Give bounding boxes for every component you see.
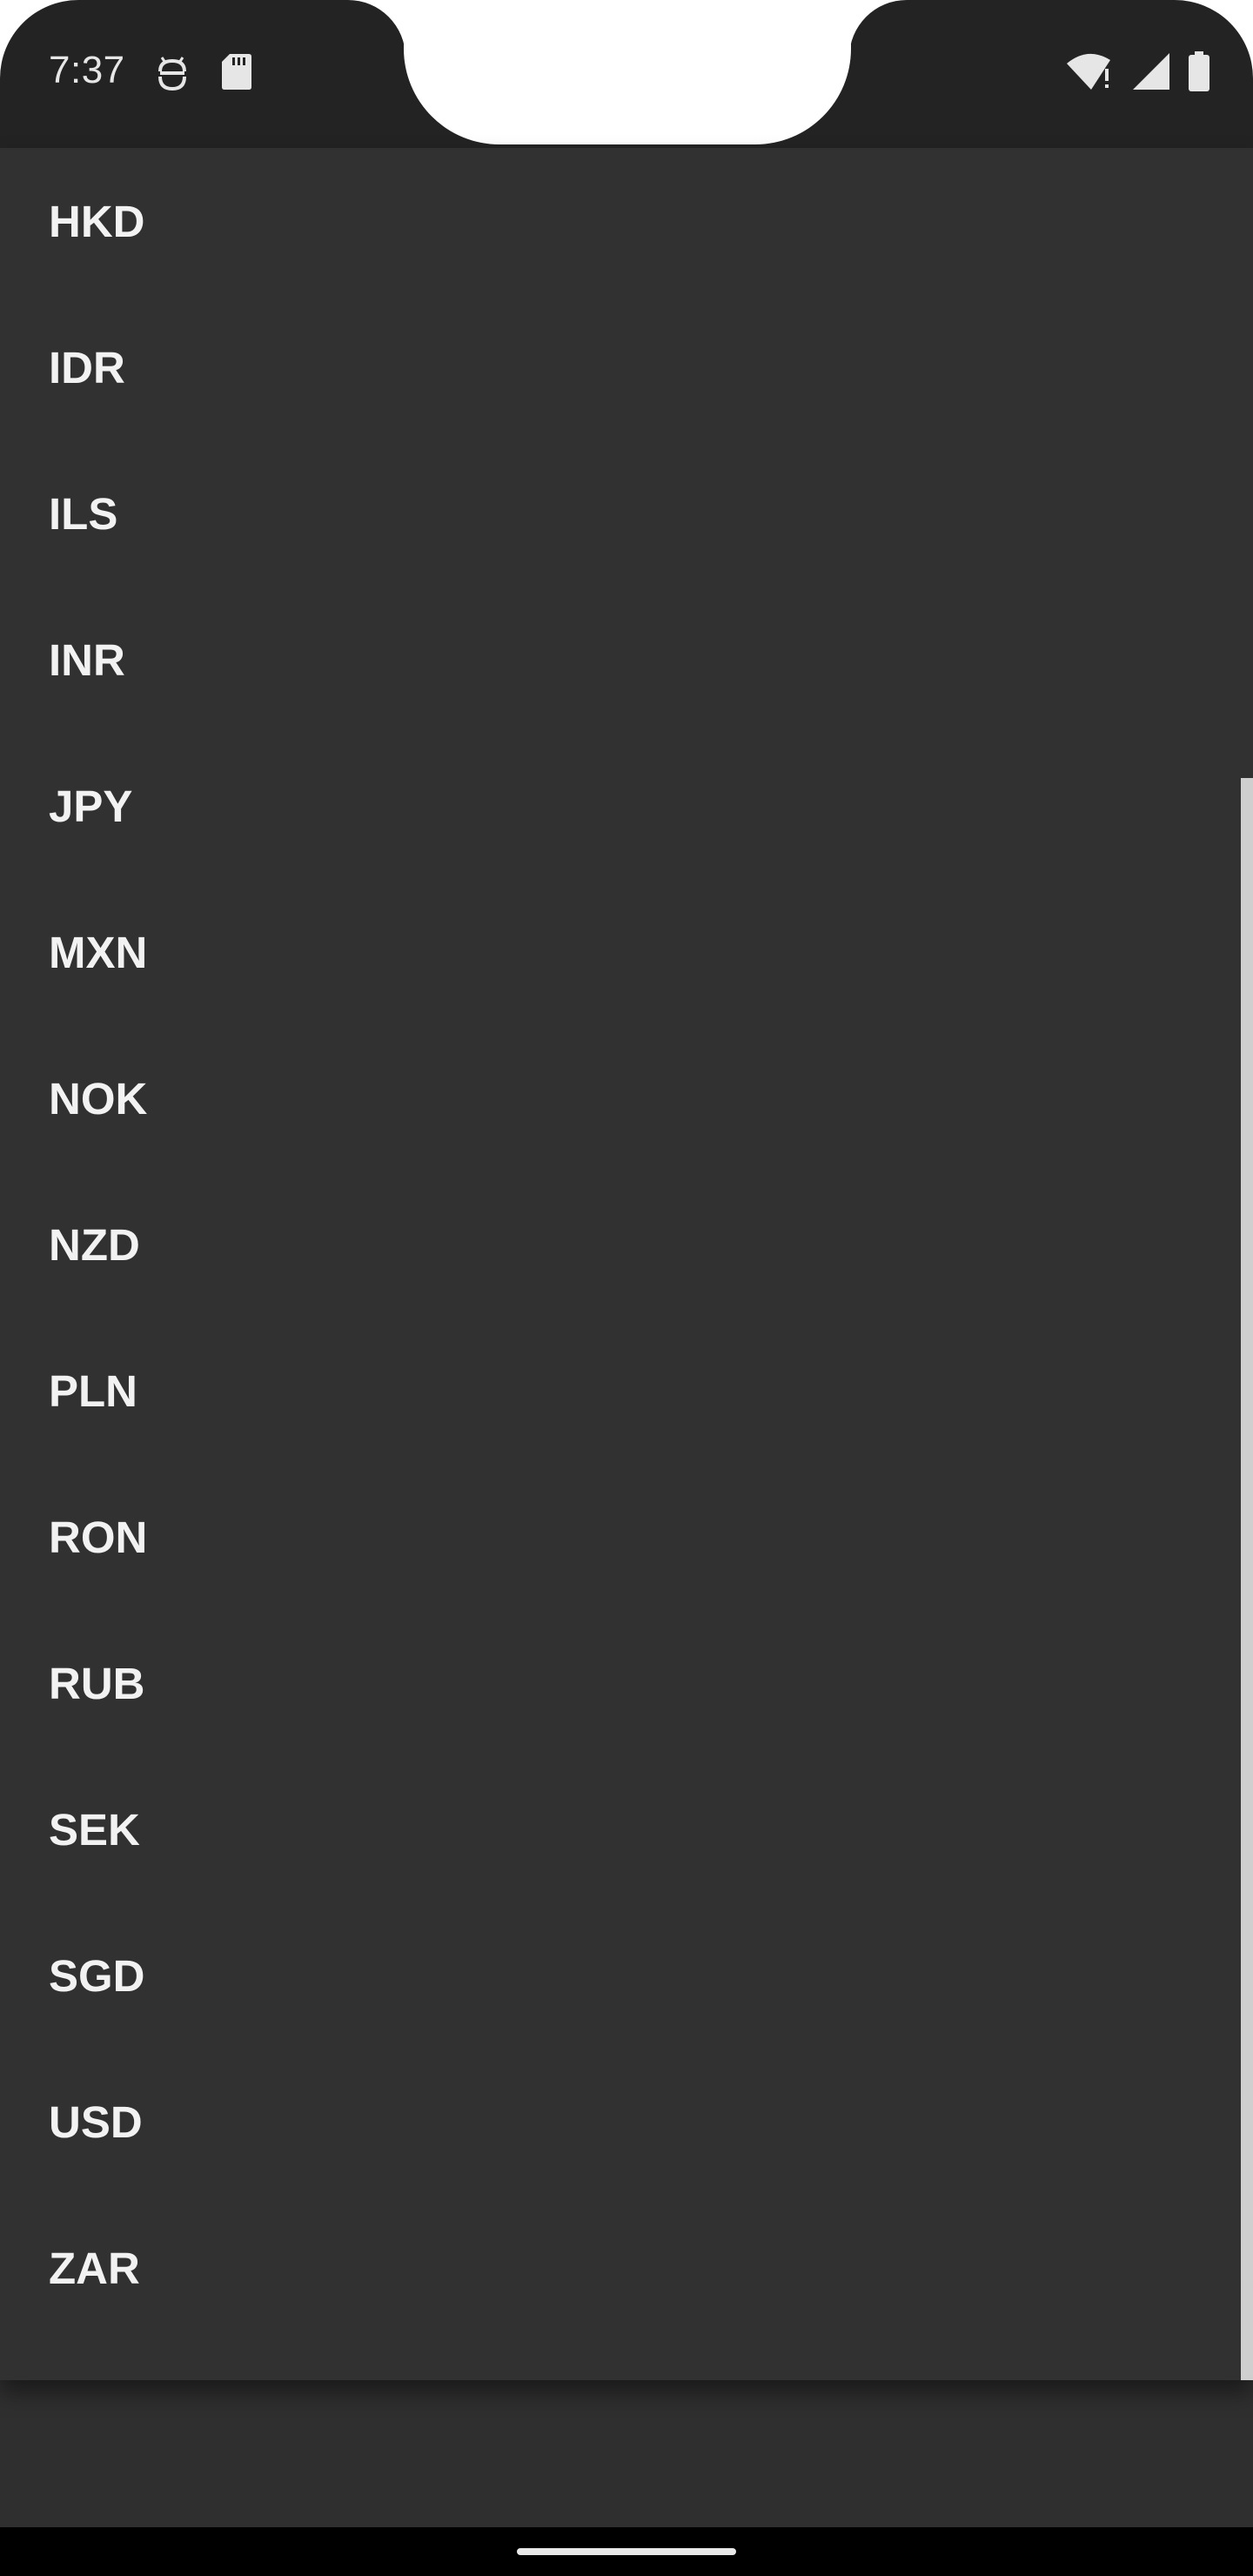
currency-item-ron[interactable]: RON xyxy=(0,1464,1241,1610)
currency-item-sek[interactable]: SEK xyxy=(0,1756,1241,1902)
currency-code: RUB xyxy=(49,1658,145,1708)
currency-code: RON xyxy=(49,1512,148,1562)
currency-code: USD xyxy=(49,2096,143,2147)
navigation-bar xyxy=(0,2527,1253,2576)
currency-item-inr[interactable]: INR xyxy=(0,587,1241,733)
currency-item-nzd[interactable]: NZD xyxy=(0,1171,1241,1318)
currency-item-sgd[interactable]: SGD xyxy=(0,1902,1241,2049)
currency-item-hkd[interactable]: HKD xyxy=(0,148,1241,294)
currency-code: MXN xyxy=(49,927,148,977)
notch-shoulder-right xyxy=(849,0,907,57)
currency-item-idr[interactable]: IDR xyxy=(0,294,1241,440)
status-bar: 7:37 xyxy=(0,0,1253,148)
status-time: 7:37 xyxy=(49,49,125,91)
home-gesture-handle[interactable] xyxy=(517,2548,736,2555)
screen: 7:37 HKD IDR ILS INR JPY MXN NOK NZD PLN… xyxy=(0,0,1253,2576)
currency-list: HKD IDR ILS INR JPY MXN NOK NZD PLN RON … xyxy=(0,148,1241,2341)
currency-code: PLN xyxy=(49,1365,137,1416)
currency-item-mxn[interactable]: MXN xyxy=(0,879,1241,1025)
currency-item-zar[interactable]: ZAR xyxy=(0,2195,1241,2341)
list-scrollbar[interactable] xyxy=(1241,778,1253,2380)
status-right-icons xyxy=(1065,50,1211,97)
notch-shoulder-left xyxy=(348,0,405,57)
currency-item-ils[interactable]: ILS xyxy=(0,440,1241,587)
currency-code: HKD xyxy=(49,196,145,246)
currency-item-rub[interactable]: RUB xyxy=(0,1610,1241,1756)
display-notch xyxy=(404,0,851,144)
android-debug-icon xyxy=(155,52,190,98)
currency-dropdown-popup: HKD IDR ILS INR JPY MXN NOK NZD PLN RON … xyxy=(0,148,1253,2380)
currency-code: ILS xyxy=(49,488,118,539)
currency-code: NZD xyxy=(49,1219,140,1270)
currency-item-nok[interactable]: NOK xyxy=(0,1025,1241,1171)
battery-icon xyxy=(1187,50,1211,97)
currency-code: INR xyxy=(49,634,125,685)
cell-signal-icon xyxy=(1131,51,1171,96)
currency-code: SEK xyxy=(49,1804,140,1855)
currency-code: SGD xyxy=(49,1950,145,2001)
currency-item-pln[interactable]: PLN xyxy=(0,1318,1241,1464)
currency-item-usd[interactable]: USD xyxy=(0,2049,1241,2195)
currency-code: NOK xyxy=(49,1073,148,1124)
currency-code: ZAR xyxy=(49,2243,140,2293)
currency-code: JPY xyxy=(49,781,133,831)
currency-code: IDR xyxy=(49,342,125,392)
wifi-alert-icon xyxy=(1065,51,1116,96)
sd-card-icon xyxy=(221,52,252,95)
currency-item-jpy[interactable]: JPY xyxy=(0,733,1241,879)
